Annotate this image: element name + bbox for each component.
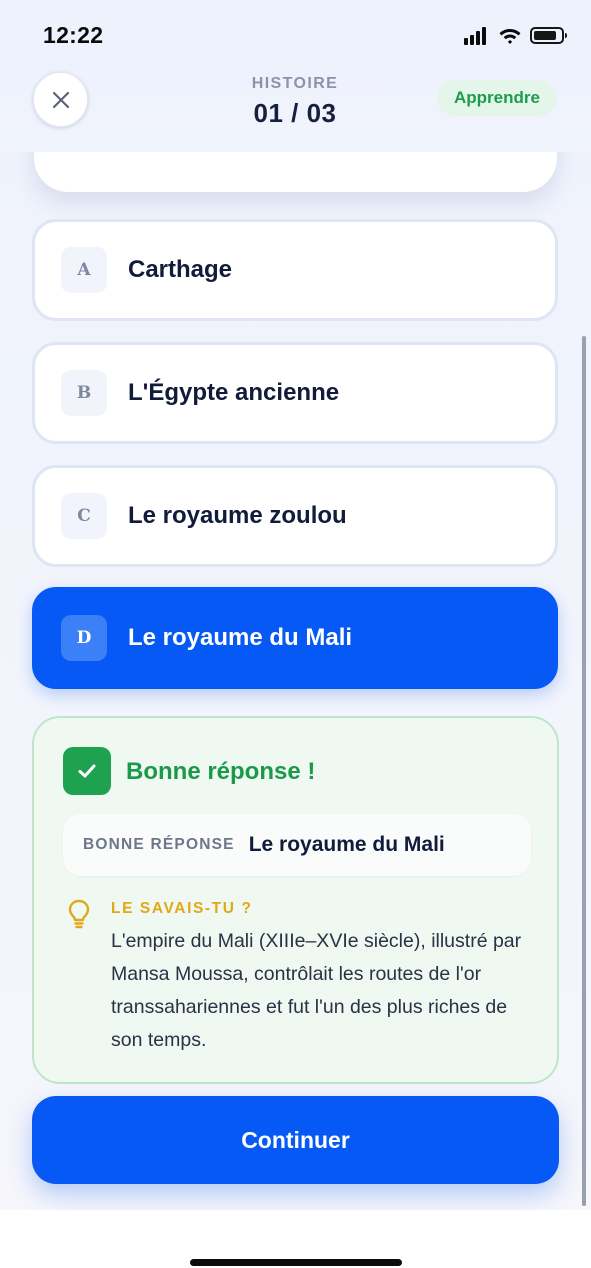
quiz-progress: 01 / 03 [253,98,337,128]
cellular-signal-icon [464,27,490,45]
scroll-content: A Carthage B L'Égypte ancienne C Le roya… [0,152,591,1210]
quiz-screen: 12:22 HISTOIRE 01 / 03 Apprendre A Carth… [0,0,591,1268]
option-label: L'Égypte ancienne [128,379,340,406]
correct-answer-value: Le royaume du Mali [248,833,445,856]
feedback-panel: Bonne réponse ! BONNE RÉPONSE Le royaume… [32,716,559,1084]
correct-answer: BONNE RÉPONSE Le royaume du Mali [63,814,531,876]
option-d[interactable]: D Le royaume du Mali [32,587,558,689]
option-label: Le royaume du Mali [128,624,353,651]
option-c[interactable]: C Le royaume zoulou [32,465,558,567]
option-b[interactable]: B L'Égypte ancienne [32,342,558,444]
battery-icon [530,27,567,44]
option-label: Le royaume zoulou [128,502,347,529]
check-icon [63,747,111,795]
correct-answer-key: BONNE RÉPONSE [83,836,235,853]
home-indicator[interactable] [190,1259,402,1266]
continue-button[interactable]: Continuer [32,1096,559,1184]
feedback-title: Bonne réponse ! [126,758,316,785]
fact-text: L'empire du Mali (XIIIe–XVIe siècle), il… [111,930,522,1051]
option-label: Carthage [128,256,233,283]
question-card [34,152,557,192]
scrollbar[interactable] [582,336,586,1206]
learn-button[interactable]: Apprendre [437,80,557,116]
wifi-icon [499,29,521,44]
fact-title: LE SAVAIS-TU ? [111,900,253,917]
option-letter: A [61,247,107,293]
status-bar: 12:22 [0,0,591,66]
option-a[interactable]: A Carthage [32,219,558,321]
status-time: 12:22 [43,22,104,48]
quiz-header: HISTOIRE 01 / 03 Apprendre [0,66,591,152]
close-icon [52,91,69,108]
option-letter: C [61,493,107,539]
option-letter: B [61,370,107,416]
lightbulb-icon [68,899,90,929]
quiz-category: HISTOIRE [251,75,339,92]
close-button[interactable] [33,72,88,127]
option-letter: D [61,615,107,661]
